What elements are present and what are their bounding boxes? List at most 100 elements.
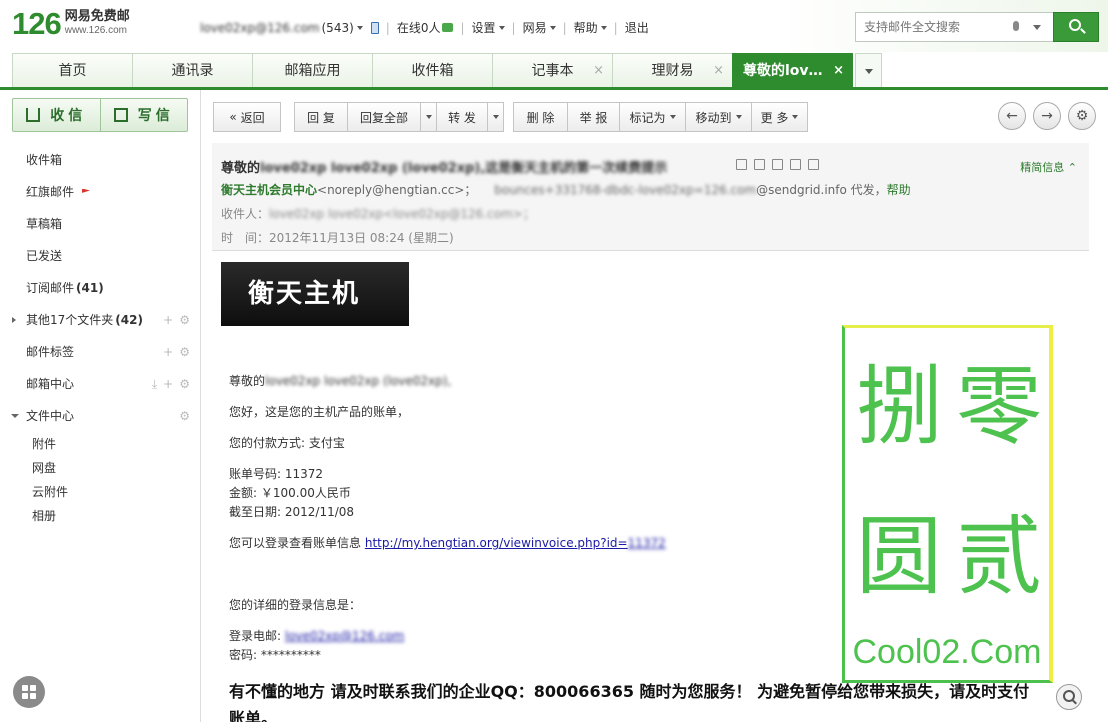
chevron-down-icon (549, 25, 556, 30)
report-button[interactable]: 举 报 (567, 102, 620, 132)
body-line: 您好，这是您的主机产品的账单， (229, 405, 410, 419)
help-link[interactable]: 帮助 (887, 183, 911, 197)
logo[interactable]: 126 网易免费邮 www.126.com (12, 8, 130, 40)
chevron-down-icon (498, 25, 505, 30)
online-status[interactable]: 在线0人 (397, 19, 441, 36)
tab-contacts[interactable]: 通讯录 (132, 53, 253, 87)
edit-icon (113, 108, 128, 122)
brief-info-toggle[interactable]: 精简信息 ⌃ (1020, 159, 1077, 175)
reply-all-button[interactable]: 回复全部 (347, 102, 437, 132)
note-icon[interactable] (790, 159, 801, 170)
tab-home[interactable]: 首页 (12, 53, 133, 87)
mail-subject: 尊敬的love02xp love02xp (love02xp),这是衡天主机的第… (221, 161, 668, 176)
mark-as-button[interactable]: 标记为 (619, 102, 686, 132)
sidebar-sub-attachments[interactable]: 附件 (0, 432, 200, 456)
netease-menu[interactable]: 网易 (523, 19, 547, 36)
gear-icon: ⚙ (1075, 108, 1089, 124)
logout-link[interactable]: 退出 (625, 19, 649, 36)
close-icon[interactable]: × (593, 54, 604, 88)
settings-button[interactable]: ⚙ (1068, 102, 1096, 130)
arrow-right-icon: → (1041, 108, 1053, 124)
download-icon[interactable]: ⤓ (152, 377, 157, 391)
arrow-left-icon: ← (1006, 108, 1018, 124)
reply-button[interactable]: 回 复 (294, 102, 348, 132)
add-icon[interactable]: + (163, 345, 173, 359)
more-button[interactable]: 更 多 (751, 102, 808, 132)
sidebar-item-drafts[interactable]: 草稿箱 (0, 208, 200, 240)
tab-current-mail[interactable]: 尊敬的lov… × (732, 53, 853, 87)
download-icon (26, 108, 41, 122)
print-icon[interactable] (808, 159, 819, 170)
invoice-link[interactable]: http://my.hengtian.org/viewinvoice.php?i… (365, 536, 666, 550)
flag-icon[interactable] (754, 159, 765, 170)
chevron-down-icon[interactable] (356, 25, 363, 30)
greeting: 尊敬的love02xp love02xp (love02xp), (229, 374, 452, 388)
delete-button[interactable]: 删 除 (513, 102, 568, 132)
mobile-icon[interactable] (370, 21, 379, 34)
body-line: 密码: ********** (229, 648, 321, 662)
body-line: 登录电邮: love02xp@126.com (229, 629, 405, 643)
help-menu[interactable]: 帮助 (574, 19, 598, 36)
sidebar-sub-netdisk[interactable]: 网盘 (0, 456, 200, 480)
chevron-down-icon[interactable] (420, 103, 436, 131)
app-grid-button[interactable] (13, 676, 45, 708)
top-nav: love02xp@126.com (543) | 在线0人 | 设置 | 网易 … (200, 19, 649, 36)
sidebar-sub-album[interactable]: 相册 (0, 504, 200, 528)
red-flag-icon (82, 188, 91, 193)
tab-apps[interactable]: 邮箱应用 (252, 53, 373, 87)
close-icon[interactable]: × (833, 54, 844, 88)
search-button[interactable] (1053, 12, 1099, 42)
account-name[interactable]: love02xp@126.com (200, 21, 320, 35)
gear-icon[interactable]: ⚙ (179, 345, 190, 359)
sidebar-item-flagged[interactable]: 红旗邮件 (0, 176, 200, 208)
sidebar-item-other-folders[interactable]: 其他17个文件夹 (42) + ⚙ (0, 304, 200, 336)
sidebar-item-subscriptions[interactable]: 订阅邮件 (41) (0, 272, 200, 304)
next-mail-button[interactable]: → (1033, 102, 1061, 130)
watermark-text: Cool02.Com (852, 633, 1042, 671)
add-icon[interactable]: + (163, 377, 173, 391)
dropdown-icon[interactable] (736, 159, 747, 170)
logo-text: 网易免费邮 (64, 9, 130, 24)
sidebar-sub-cloud-attachments[interactable]: 云附件 (0, 480, 200, 504)
write-button[interactable]: 写信 (99, 99, 188, 131)
move-to-button[interactable]: 移动到 (685, 102, 752, 132)
gear-icon[interactable]: ⚙ (179, 313, 190, 327)
search-input[interactable] (855, 12, 1054, 42)
chevron-down-icon[interactable] (11, 414, 19, 418)
zoom-icon[interactable] (1056, 684, 1082, 710)
back-button[interactable]: « 返回 (213, 102, 281, 132)
message-header: 尊敬的love02xp love02xp (love02xp),这是衡天主机的第… (212, 143, 1089, 251)
logo-url: www.126.com (64, 25, 127, 36)
microphone-icon[interactable] (1013, 21, 1019, 31)
receive-button[interactable]: 收信 (13, 99, 100, 131)
tab-inbox[interactable]: 收件箱 (372, 53, 493, 87)
chevron-down-icon (669, 115, 676, 119)
message-toolbar: « 返回 回 复 回复全部 转 发 删 除 举 报 标记为 移动到 更 多 (213, 102, 808, 132)
folder-list: 收件箱 红旗邮件 草稿箱 已发送 订阅邮件 (41) 其他17个文件夹 (42) + ⚙… (0, 144, 200, 528)
calendar-icon[interactable] (772, 159, 783, 170)
body-line: 您的付款方式: 支付宝 (229, 436, 345, 450)
sidebar-item-file-center[interactable]: 文件中心 ⚙ (0, 400, 200, 432)
tab-notepad[interactable]: 记事本 × (492, 53, 613, 87)
gear-icon[interactable]: ⚙ (179, 409, 190, 423)
chevron-down-icon[interactable] (487, 103, 503, 131)
add-icon[interactable]: + (163, 313, 173, 327)
body-line: 您可以登录查看账单信息 http://my.hengtian.org/viewi… (229, 536, 666, 550)
sender-name[interactable]: 衡天主机会员中心 (221, 183, 317, 197)
gear-icon[interactable]: ⚙ (179, 377, 190, 391)
chevron-down-icon[interactable] (1033, 25, 1041, 30)
previous-mail-button[interactable]: ← (998, 102, 1026, 130)
email-link[interactable]: love02xp@126.com (285, 629, 405, 643)
sidebar-item-inbox[interactable]: 收件箱 (0, 144, 200, 176)
sidebar-item-sent[interactable]: 已发送 (0, 240, 200, 272)
sidebar-item-tags[interactable]: 邮件标签 + ⚙ (0, 336, 200, 368)
forward-button[interactable]: 转 发 (436, 102, 504, 132)
tab-more-button[interactable] (855, 53, 882, 87)
chevron-right-icon[interactable] (12, 317, 16, 323)
sidebar-item-mail-center[interactable]: 邮箱中心 ⤓ + ⚙ (0, 368, 200, 400)
close-icon[interactable]: × (713, 54, 724, 88)
settings-menu[interactable]: 设置 (472, 19, 496, 36)
unread-count[interactable]: (543) (322, 21, 354, 35)
chat-icon[interactable] (442, 23, 454, 32)
tab-finance[interactable]: 理财易 × (612, 53, 733, 87)
